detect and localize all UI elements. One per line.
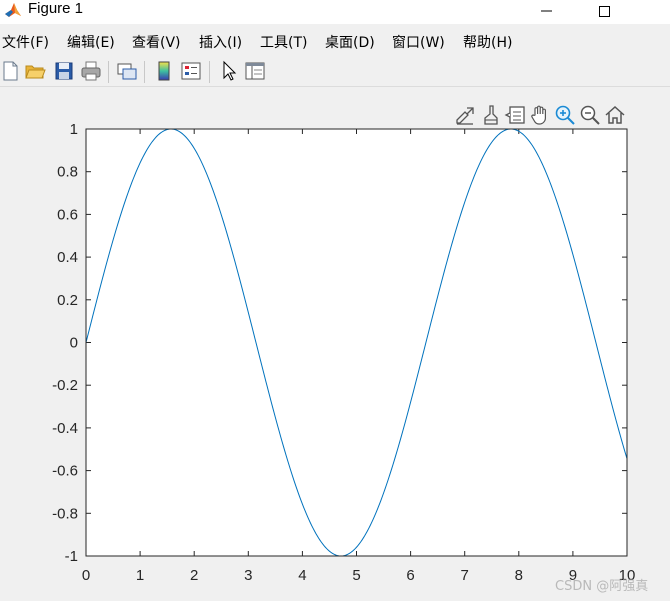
y-tick-label: 0.4 (57, 249, 78, 266)
axes-background[interactable] (86, 129, 627, 556)
y-tick-label: -0.2 (52, 377, 78, 394)
y-tick-label: 1 (70, 121, 78, 138)
x-tick-label: 1 (136, 567, 144, 584)
y-tick-label: 0.8 (57, 164, 78, 181)
y-tick-label: -0.8 (52, 505, 78, 522)
plot-canvas: 0 1 2 3 4 5 6 7 8 9 1010.80.60.40.20-0.2-0.4-0.6-0… (52, 121, 635, 584)
x-tick-label: 2 (190, 567, 198, 584)
x-tick-label: 4 (298, 567, 306, 584)
x-tick-label: 8 (515, 567, 523, 584)
y-tick-label: 0 (70, 335, 78, 352)
x-tick-label: 5 (352, 567, 360, 584)
x-tick-label: 3 (244, 567, 252, 584)
y-tick-label: 0.6 (57, 206, 78, 223)
x-tick-label: 0 (82, 567, 90, 584)
y-tick-label: -0.6 (52, 463, 78, 480)
x-tick-label: 6 (406, 567, 414, 584)
watermark: CSDN @阿强真 (555, 579, 649, 594)
x-tick-label: 7 (461, 567, 469, 584)
y-tick-label: -0.4 (52, 420, 78, 437)
y-tick-label: 0.2 (57, 292, 78, 309)
y-tick-label: -1 (65, 548, 78, 565)
